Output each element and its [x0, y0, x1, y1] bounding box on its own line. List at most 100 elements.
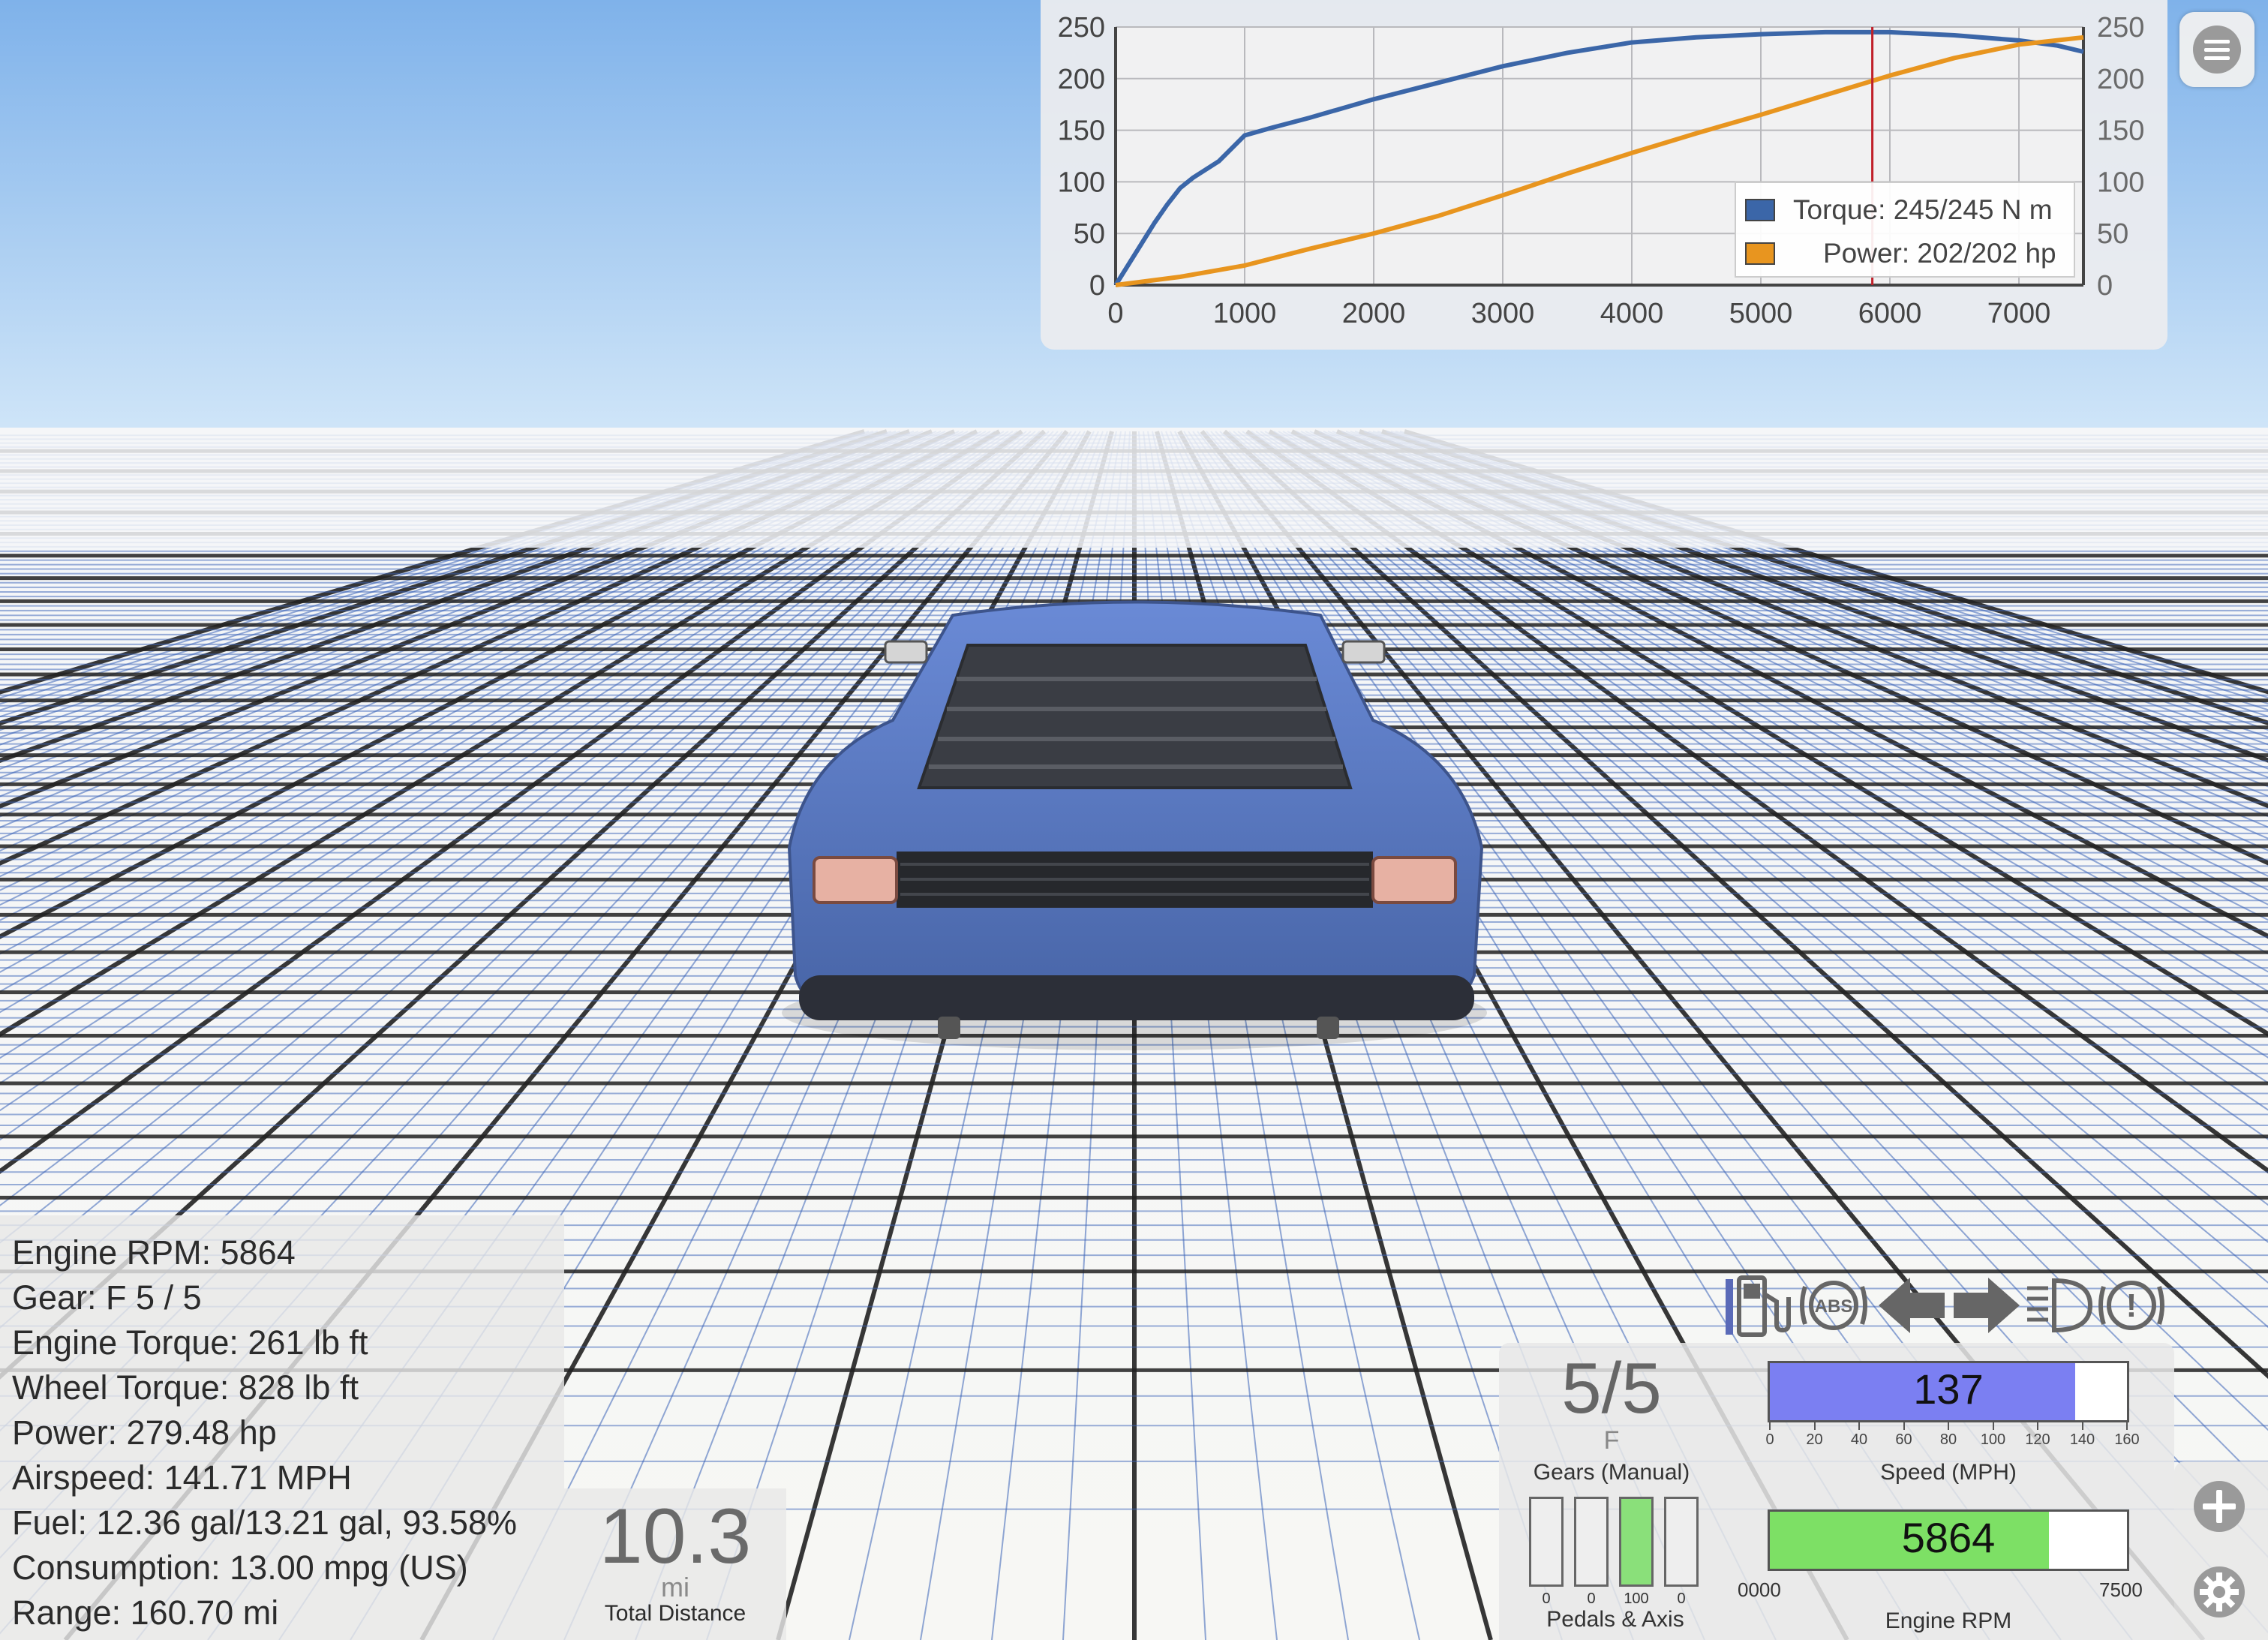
pedal-bar: [1529, 1497, 1564, 1587]
y-tick-label: 250: [1058, 12, 1105, 44]
x-tick-label: 1000: [1213, 298, 1277, 329]
pedal-bar: [1619, 1497, 1654, 1587]
side-buttons: [2174, 1461, 2268, 1640]
warning-icon: !: [2095, 1268, 2168, 1343]
plus-icon: [2194, 1481, 2245, 1532]
info-consumption: Consumption: 13.00 mpg (US): [12, 1548, 468, 1587]
y2-tick-label: 0: [2097, 270, 2113, 302]
info-engine-rpm: Engine RPM: 5864: [12, 1233, 296, 1272]
rpm-min-label: 0000: [1738, 1578, 1781, 1601]
speed-tick-label: 140: [2069, 1431, 2095, 1448]
y-tick-label: 150: [1058, 116, 1105, 147]
x-tick-label: 5000: [1729, 298, 1793, 329]
torque-power-graph: 0 50 100 150 200 250 0 50 100 150 200 250 0 1000 200…: [1041, 0, 2167, 350]
left-turn-signal-icon: [1876, 1268, 1948, 1343]
rpm-bar: 5864: [1768, 1509, 2129, 1571]
info-power: Power: 279.48 hp: [12, 1413, 277, 1452]
x-tick-label: 4000: [1600, 298, 1664, 329]
speed-tick-mark: [1813, 1422, 1816, 1430]
speed-value: 137: [1913, 1365, 1984, 1413]
vehicle-info-panel: Engine RPM: 5864 Gear: F 5 / 5 Engine To…: [0, 1215, 564, 1640]
speed-tick-label: 60: [1895, 1431, 1912, 1448]
info-airspeed: Airspeed: 141.71 MPH: [12, 1458, 352, 1497]
distance-unit: mi: [661, 1572, 689, 1602]
pedal-bar: [1664, 1497, 1699, 1587]
x-tick-label: 7000: [1987, 298, 2051, 329]
y2-tick-label: 100: [2097, 167, 2144, 198]
right-turn-signal-icon: [1951, 1268, 2023, 1343]
add-button[interactable]: [2182, 1469, 2257, 1544]
menu-button[interactable]: [2179, 12, 2254, 87]
speed-tick-label: 80: [1939, 1431, 1957, 1448]
speed-tick-mark: [2081, 1422, 2083, 1430]
x-tick-label: 0: [1107, 298, 1123, 329]
speed-tick-label: 40: [1850, 1431, 1868, 1448]
legend-label-torque: Torque: 245/245 N m: [1793, 194, 2053, 225]
headlight-icon: [2023, 1268, 2095, 1343]
pedal-value: 0: [1587, 1590, 1596, 1607]
graph-canvas: 0 50 100 150 200 250 0 50 100 150 200 250 0 1000 200…: [1058, 12, 2145, 329]
y2-tick-label: 50: [2097, 218, 2128, 250]
speed-label: Speed (MPH): [1880, 1460, 2017, 1485]
speed-tick-mark: [1992, 1422, 1994, 1430]
pedal-value: 100: [1624, 1590, 1649, 1607]
total-distance-panel: 10.3 mi Total Distance: [564, 1488, 786, 1640]
info-engine-torque: Engine Torque: 261 lb ft: [12, 1323, 368, 1362]
speed-tick-label: 0: [1765, 1431, 1774, 1448]
graph-legend: Torque: 245/245 N m Power: 202/202 hp: [1735, 182, 2075, 278]
indicator-strip: ABS !: [1723, 1268, 2168, 1343]
y2-tick-label: 200: [2097, 64, 2144, 95]
legend-item-power: Power: 202/202 hp: [1745, 236, 2056, 272]
info-fuel: Fuel: 12.36 gal/13.21 gal, 93.58%: [12, 1503, 518, 1542]
distance-value: 10.3: [599, 1493, 752, 1580]
speed-tick-mark: [2126, 1422, 2128, 1430]
y2-tick-label: 250: [2097, 12, 2144, 44]
speed-tick-label: 160: [2114, 1431, 2140, 1448]
gear-icon: [2194, 1566, 2245, 1617]
legend-swatch-power: [1745, 242, 1775, 265]
info-wheel-torque: Wheel Torque: 828 lb ft: [12, 1368, 359, 1407]
legend-swatch-torque: [1745, 199, 1775, 221]
pedals-label: Pedals & Axis: [1546, 1607, 1684, 1632]
gear-value: 5/5: [1561, 1348, 1662, 1428]
pedal-value: 0: [1677, 1590, 1686, 1607]
y-tick-label: 200: [1058, 64, 1105, 95]
speed-scale: 0 20 40 60 80 100 120 140 160: [1765, 1422, 2140, 1452]
speed-tick-mark: [1903, 1422, 1905, 1430]
x-tick-label: 2000: [1342, 298, 1406, 329]
speed-tick-mark: [1769, 1422, 1771, 1430]
menu-icon: [2193, 26, 2241, 74]
y-tick-label: 100: [1058, 167, 1105, 198]
y2-tick-label: 150: [2097, 116, 2144, 147]
info-gear: Gear: F 5 / 5: [12, 1278, 202, 1317]
svg-text:!: !: [2126, 1287, 2137, 1324]
svg-text:ABS: ABS: [1815, 1296, 1853, 1317]
legend-label-power: Power: 202/202 hp: [1823, 238, 2056, 269]
speed-tick-mark: [1948, 1422, 1949, 1430]
gear-label: Gears (Manual): [1533, 1460, 1690, 1485]
speed-tick-label: 120: [2025, 1431, 2050, 1448]
gear-mode: F: [1603, 1426, 1620, 1455]
info-range: Range: 160.70 mi: [12, 1593, 279, 1632]
rpm-max-label: 7500: [2099, 1578, 2143, 1601]
x-tick-label: 6000: [1858, 298, 1922, 329]
dashboard-panel: 5/5 F Gears (Manual) 137 0 20 40 60 80 100 120…: [1499, 1343, 2174, 1640]
settings-button[interactable]: [2182, 1554, 2257, 1629]
speed-tick-label: 100: [1980, 1431, 2006, 1448]
distance-label: Total Distance: [604, 1601, 746, 1626]
legend-item-torque: Torque: 245/245 N m: [1745, 192, 2053, 228]
rpm-value: 5864: [1901, 1514, 1996, 1561]
pedal-bar-fill: [1621, 1499, 1651, 1584]
speed-tick-mark: [1858, 1422, 1860, 1430]
abs-icon: ABS: [1798, 1268, 1870, 1343]
y-tick-label: 0: [1089, 270, 1105, 302]
pedal-value: 0: [1542, 1590, 1551, 1607]
speed-bar: 137: [1768, 1361, 2129, 1422]
y-tick-label: 50: [1074, 218, 1105, 250]
pedal-bar: [1574, 1497, 1609, 1587]
fuel-pump-icon: [1723, 1268, 1795, 1343]
speed-tick-mark: [2037, 1422, 2038, 1430]
speed-tick-label: 20: [1806, 1431, 1823, 1448]
rpm-label: Engine RPM: [1885, 1608, 2012, 1633]
x-tick-label: 3000: [1471, 298, 1535, 329]
